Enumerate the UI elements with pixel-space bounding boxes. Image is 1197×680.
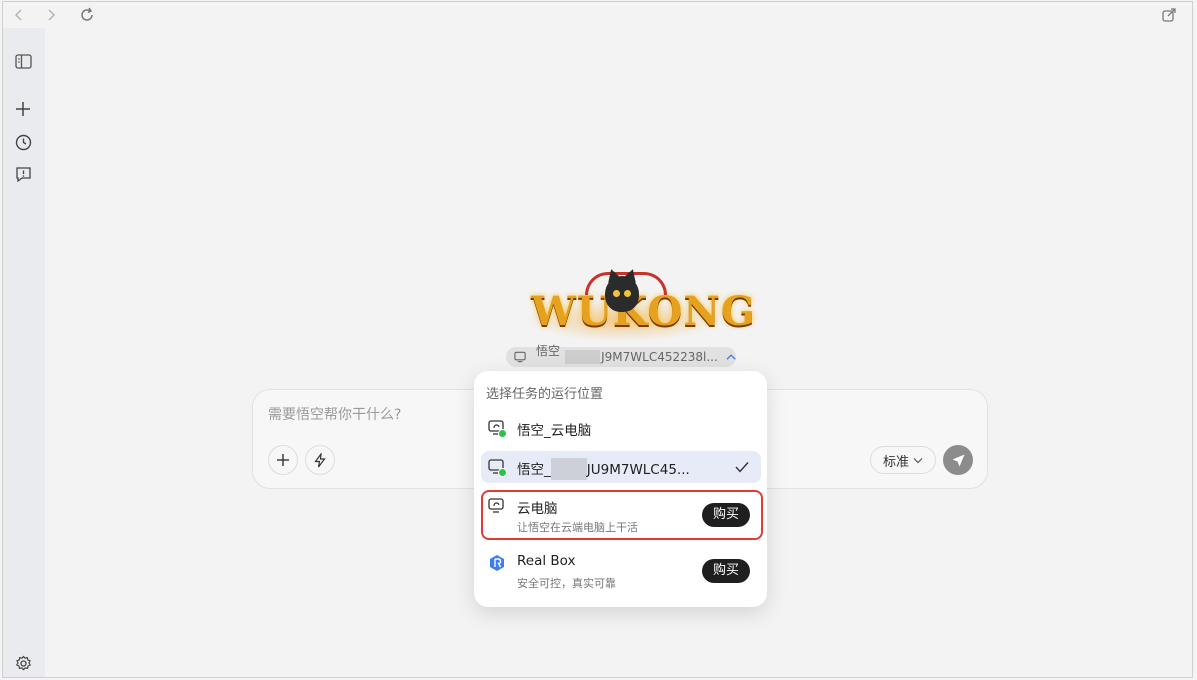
plus-icon xyxy=(277,454,289,466)
send-icon xyxy=(952,454,964,466)
attach-plus-button[interactable] xyxy=(268,445,298,475)
dropdown-header: 选择任务的运行位置 xyxy=(486,387,604,402)
redacted-block xyxy=(550,458,587,480)
logo-mascot-icon xyxy=(605,276,639,312)
device-name-prefix: 悟空_ xyxy=(536,343,561,373)
cloud-pc-highlight-annotation xyxy=(481,490,763,540)
app-window: WUKONG 悟空_ J9M7WLC452238l... 需要悟空帮你干什么? … xyxy=(2,1,1193,678)
send-button[interactable] xyxy=(943,445,973,475)
history-clock-icon[interactable] xyxy=(12,131,34,153)
device-name-suffix: J9M7WLC452238l... xyxy=(601,350,718,364)
new-task-plus-icon[interactable] xyxy=(12,98,34,120)
chevron-down-icon xyxy=(913,457,923,463)
device-selector-pill[interactable]: 悟空_ J9M7WLC452238l... xyxy=(506,344,736,373)
wukong-logo: WUKONG xyxy=(525,270,755,342)
location-option-wukong-cloud[interactable]: 悟空_云电脑 xyxy=(481,414,761,442)
location-option-real-box[interactable]: Real Box 安全可控，真实可靠 购买 xyxy=(481,548,761,594)
online-status-dot xyxy=(498,429,507,438)
device-name-prefix: 悟空_ xyxy=(517,462,551,478)
checkmark-icon xyxy=(735,462,749,473)
online-status-dot xyxy=(498,468,507,477)
option-title: 悟空_云电脑 xyxy=(517,423,592,439)
location-option-local-device[interactable]: 悟空_ JU9M7WLC45... xyxy=(481,451,761,483)
panel-toggle-icon[interactable] xyxy=(12,50,34,72)
option-title: Real Box xyxy=(517,553,576,569)
realbox-logo-icon xyxy=(490,555,504,571)
back-icon[interactable] xyxy=(9,5,29,25)
task-input-placeholder[interactable]: 需要悟空帮你干什么? xyxy=(268,404,401,424)
gear-icon[interactable] xyxy=(12,652,34,674)
forward-icon[interactable] xyxy=(41,5,61,25)
external-share-icon[interactable] xyxy=(1159,5,1179,25)
sidebar xyxy=(3,28,45,677)
redacted-block xyxy=(564,350,601,364)
device-name-suffix: JU9M7WLC45... xyxy=(586,462,690,478)
buy-real-box-button[interactable]: 购买 xyxy=(702,559,750,583)
option-title: 悟空_ JU9M7WLC45... xyxy=(517,458,690,480)
run-location-dropdown: 选择任务的运行位置 悟空_云电脑 悟空_ JU9M7WLC45... 云电脑 让悟… xyxy=(474,371,767,607)
reload-icon[interactable] xyxy=(77,5,97,25)
monitor-icon xyxy=(514,351,526,363)
option-subtitle: 安全可控，真实可靠 xyxy=(517,577,616,590)
top-toolbar xyxy=(3,2,1192,28)
mode-select-button[interactable]: 标准 xyxy=(870,446,936,474)
lightning-icon xyxy=(314,452,326,467)
mode-label: 标准 xyxy=(882,454,909,470)
quick-action-button[interactable] xyxy=(305,445,335,475)
chevron-up-icon xyxy=(726,354,736,360)
feedback-icon[interactable] xyxy=(12,163,34,185)
